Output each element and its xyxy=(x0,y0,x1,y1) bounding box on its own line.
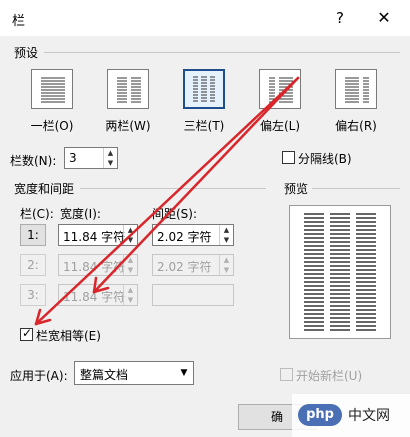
width-header: 宽度(I): xyxy=(60,207,101,221)
preset-one-column-label: 一栏(O) xyxy=(30,119,74,133)
preview-label: 预览 xyxy=(284,182,309,196)
new-column-checkbox xyxy=(280,368,293,381)
column-width-3-value: 11.84 字符 xyxy=(63,290,126,304)
chevron-down-icon[interactable]: ▼ xyxy=(175,362,193,384)
width-spacing-label: 宽度和间距 xyxy=(14,182,75,196)
width-spacing-divider xyxy=(80,188,266,189)
apply-to-label: 应用于(A): xyxy=(10,369,68,383)
title-bar: 栏 ? ✕ xyxy=(0,0,410,36)
chevron-down-icon[interactable]: ▼ xyxy=(220,235,233,245)
chevron-up-icon: ▲ xyxy=(127,256,134,264)
preset-three-columns-label: 三栏(T) xyxy=(183,119,225,133)
column-width-1-value: 11.84 字符 xyxy=(63,230,126,244)
checkmark-icon: ✓ xyxy=(22,326,33,340)
column-number-2: 2: xyxy=(20,254,46,276)
preset-right-column[interactable]: 偏右(R) xyxy=(328,69,384,133)
three-columns-icon xyxy=(183,69,225,109)
chevron-down-icon: ▼ xyxy=(127,266,134,274)
column-number-1: 1: xyxy=(20,224,46,246)
close-button[interactable]: ✕ xyxy=(372,6,396,30)
preview-columns xyxy=(304,213,376,331)
right-column-icon xyxy=(335,69,377,109)
column-number-3: 3: xyxy=(20,284,46,306)
chevron-down-icon[interactable]: ▼ xyxy=(124,235,137,245)
preview-divider xyxy=(312,188,400,189)
equal-width-checkbox[interactable]: ✓ xyxy=(20,326,33,341)
chevron-down-icon: ▼ xyxy=(127,296,134,304)
spacing-header: 间距(S): xyxy=(152,207,198,221)
column-count-value: 3 xyxy=(69,151,77,165)
chevron-up-icon: ▲ xyxy=(223,256,230,264)
column-width-2-stepper: 11.84 字符 ▲ ▼ xyxy=(58,254,138,276)
one-column-icon xyxy=(31,69,73,109)
preset-left-column[interactable]: 偏左(L) xyxy=(252,69,308,133)
preview-page xyxy=(289,205,391,339)
column-width-1-stepper[interactable]: 11.84 字符 ▲ ▼ xyxy=(58,224,138,246)
preset-two-columns[interactable]: 两栏(W) xyxy=(100,69,156,133)
column-spacing-3-stepper xyxy=(152,284,234,306)
left-column-icon xyxy=(259,69,301,109)
apply-to-select[interactable]: 整篇文档 ▼ xyxy=(74,361,194,385)
preset-left-column-label: 偏左(L) xyxy=(259,119,301,133)
column-count-label: 栏数(N): xyxy=(10,154,57,168)
columns-dialog: 栏 ? ✕ 预设 一栏(O) 两栏(W) 三栏(T) 偏左(L) 偏右(R) 栏… xyxy=(0,0,410,437)
chevron-up-icon[interactable]: ▲ xyxy=(220,225,233,235)
new-column-label: 开始新栏(U) xyxy=(296,369,363,383)
preset-one-column[interactable]: 一栏(O) xyxy=(24,69,80,133)
two-columns-icon xyxy=(107,69,149,109)
presets-label: 预设 xyxy=(14,46,39,60)
column-header: 栏(C): xyxy=(20,207,54,221)
column-spacing-1-value: 2.02 字符 xyxy=(157,230,212,244)
separator-label: 分隔线(B) xyxy=(298,152,352,166)
preset-right-column-label: 偏右(R) xyxy=(335,119,377,133)
preset-two-columns-label: 两栏(W) xyxy=(105,119,151,133)
column-width-2-value: 11.84 字符 xyxy=(63,260,126,274)
chevron-down-icon: ▼ xyxy=(223,266,230,274)
equal-width-label: 栏宽相等(E) xyxy=(36,329,101,343)
presets-divider xyxy=(44,52,400,53)
column-count-stepper[interactable]: 3 ▲ ▼ xyxy=(64,147,118,169)
column-width-3-stepper: 11.84 字符 ▲ ▼ xyxy=(58,284,138,306)
chevron-down-icon[interactable]: ▼ xyxy=(104,158,117,168)
watermark-text: 中文网 xyxy=(348,408,390,424)
column-spacing-1-stepper[interactable]: 2.02 字符 ▲ ▼ xyxy=(152,224,234,246)
separator-checkbox[interactable] xyxy=(282,151,295,164)
chevron-up-icon: ▲ xyxy=(127,286,134,294)
dialog-title: 栏 xyxy=(12,14,26,29)
apply-to-value: 整篇文档 xyxy=(80,368,129,382)
column-spacing-2-value: 2.02 字符 xyxy=(157,260,212,274)
watermark: php 中文网 xyxy=(292,394,410,437)
preset-three-columns[interactable]: 三栏(T) xyxy=(176,69,232,133)
column-spacing-2-stepper: 2.02 字符 ▲ ▼ xyxy=(152,254,234,276)
help-button[interactable]: ? xyxy=(328,6,352,30)
chevron-up-icon[interactable]: ▲ xyxy=(124,225,137,235)
chevron-up-icon[interactable]: ▲ xyxy=(104,148,117,158)
php-logo: php xyxy=(298,404,342,426)
